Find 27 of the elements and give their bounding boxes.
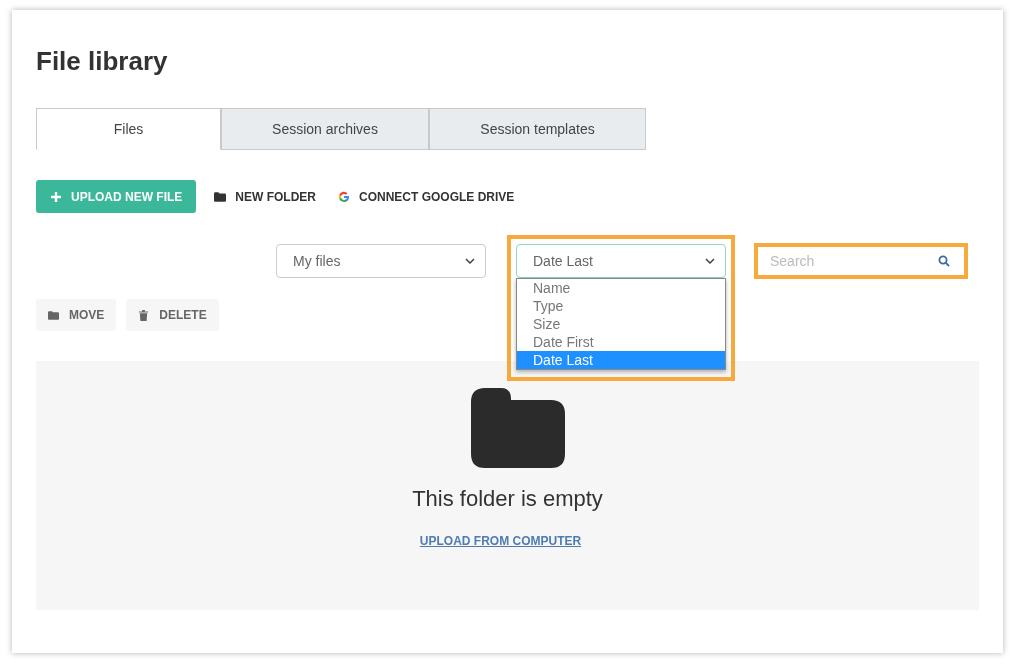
connect-drive-button[interactable]: CONNECT GOOGLE DRIVE [334, 180, 519, 213]
dropdown-option[interactable]: Size [517, 315, 725, 333]
trash-icon [138, 309, 150, 321]
folder-icon [470, 388, 565, 468]
move-button[interactable]: MOVE [36, 299, 117, 331]
chevron-down-icon [465, 258, 475, 264]
dropdown-option[interactable]: Type [517, 297, 725, 315]
folder-icon [214, 190, 227, 203]
folder-icon [48, 309, 59, 321]
tab[interactable]: Session archives [221, 108, 429, 150]
empty-message: This folder is empty [412, 486, 603, 512]
delete-button[interactable]: DELETE [126, 299, 219, 331]
upload-link[interactable]: UPLOAD FROM COMPUTER [419, 534, 582, 548]
new-folder-button[interactable]: NEW FOLDER [210, 180, 320, 213]
plus-icon [50, 190, 62, 203]
search-field[interactable]: Search [754, 243, 968, 279]
owner-select[interactable]: My files [276, 244, 486, 278]
tab[interactable]: Files [36, 108, 221, 150]
dropdown-option[interactable]: Date First [517, 333, 725, 351]
search-icon [938, 255, 950, 267]
dropdown-option[interactable]: Date Last [517, 351, 725, 369]
sort-select[interactable]: Date Last [516, 244, 726, 278]
google-icon [338, 190, 350, 203]
page-title: File library [36, 46, 169, 77]
chevron-down-icon [705, 258, 715, 264]
tab[interactable]: Session templates [429, 108, 646, 150]
dropdown-option[interactable]: Name [517, 279, 725, 297]
